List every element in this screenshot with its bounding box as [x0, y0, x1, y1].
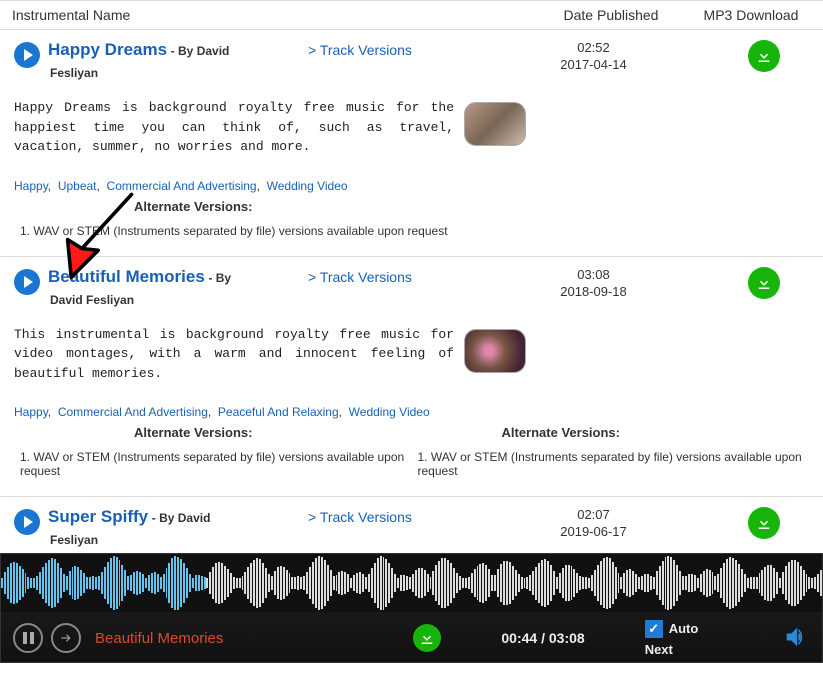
player-time: 00:44 / 03:08 [501, 630, 584, 646]
track-description: This instrumental is background royalty … [14, 325, 454, 384]
play-button[interactable] [14, 509, 40, 535]
alt-versions-item: 1. WAV or STEM (Instruments separated by… [14, 224, 809, 238]
track-duration: 02:07 [468, 507, 719, 522]
track-published: 2017-04-14 [468, 57, 719, 72]
by-text: - By [208, 271, 231, 285]
alt-versions-title: Alternate Versions: [14, 425, 412, 440]
next-label: Next [645, 642, 673, 657]
tag-link[interactable]: Commercial And Advertising [107, 179, 257, 193]
download-button[interactable] [748, 40, 780, 72]
tag-list: Happy, Commercial And Advertising, Peace… [14, 405, 809, 419]
author-name: Fesliyan [50, 533, 308, 547]
auto-label: Auto [669, 621, 699, 636]
header-name: Instrumental Name [12, 7, 531, 23]
pause-button[interactable] [13, 623, 43, 653]
track-duration: 03:08 [468, 267, 719, 282]
table-header: Instrumental Name Date Published MP3 Dow… [0, 0, 823, 30]
header-download: MP3 Download [691, 7, 811, 23]
tag-link[interactable]: Commercial And Advertising [58, 405, 208, 419]
download-icon [755, 47, 773, 65]
track-title-link[interactable]: Beautiful Memories [48, 267, 205, 286]
by-text: - By David [171, 44, 230, 58]
download-button[interactable] [748, 507, 780, 539]
download-icon [418, 629, 436, 647]
author-name: Fesliyan [50, 66, 308, 80]
tag-link[interactable]: Wedding Video [267, 179, 348, 193]
next-track-button[interactable] [51, 623, 81, 653]
tag-link[interactable]: Wedding Video [349, 405, 430, 419]
play-button[interactable] [14, 42, 40, 68]
track-thumbnail[interactable] [464, 102, 526, 146]
track-published: 2019-06-17 [468, 524, 719, 539]
arrow-right-icon [59, 631, 73, 645]
by-text: - By David [152, 511, 211, 525]
auto-checkbox[interactable]: ✓ [645, 620, 663, 638]
track-description: Happy Dreams is background royalty free … [14, 98, 454, 157]
track-row: Super Spiffy - By David Fesliyan > Track… [0, 497, 823, 553]
speaker-icon [782, 623, 810, 651]
player-download-button[interactable] [413, 624, 441, 652]
track-published: 2018-09-18 [468, 284, 719, 299]
download-icon [755, 274, 773, 292]
track-versions-link[interactable]: > Track Versions [308, 40, 468, 58]
download-button[interactable] [748, 267, 780, 299]
header-date: Date Published [531, 7, 691, 23]
download-icon [755, 514, 773, 532]
alt-versions-title: Alternate Versions: [412, 425, 810, 440]
track-versions-link[interactable]: > Track Versions [308, 267, 468, 285]
alt-versions-item: 1. WAV or STEM (Instruments separated by… [412, 450, 810, 478]
track-title-link[interactable]: Happy Dreams [48, 40, 167, 59]
waveform[interactable] [1, 554, 822, 612]
tag-link[interactable]: Peaceful And Relaxing [218, 405, 339, 419]
alt-versions-item: 1. WAV or STEM (Instruments separated by… [14, 450, 412, 478]
track-thumbnail[interactable] [464, 329, 526, 373]
track-row: Happy Dreams - By David Fesliyan > Track… [0, 30, 823, 257]
audio-player: Beautiful Memories 00:44 / 03:08 ✓ Auto … [0, 553, 823, 663]
author-name: David Fesliyan [50, 293, 308, 307]
play-button[interactable] [14, 269, 40, 295]
track-duration: 02:52 [468, 40, 719, 55]
volume-button[interactable] [782, 623, 810, 654]
alt-versions-title: Alternate Versions: [14, 199, 809, 214]
now-playing-title[interactable]: Beautiful Memories [95, 630, 223, 647]
tag-link[interactable]: Happy [14, 405, 48, 419]
tag-list: Happy, Upbeat, Commercial And Advertisin… [14, 179, 809, 193]
tag-link[interactable]: Happy [14, 179, 48, 193]
track-title-link[interactable]: Super Spiffy [48, 507, 148, 526]
tag-link[interactable]: Upbeat [58, 179, 97, 193]
track-row: Beautiful Memories - By David Fesliyan >… [0, 257, 823, 498]
track-versions-link[interactable]: > Track Versions [308, 507, 468, 525]
